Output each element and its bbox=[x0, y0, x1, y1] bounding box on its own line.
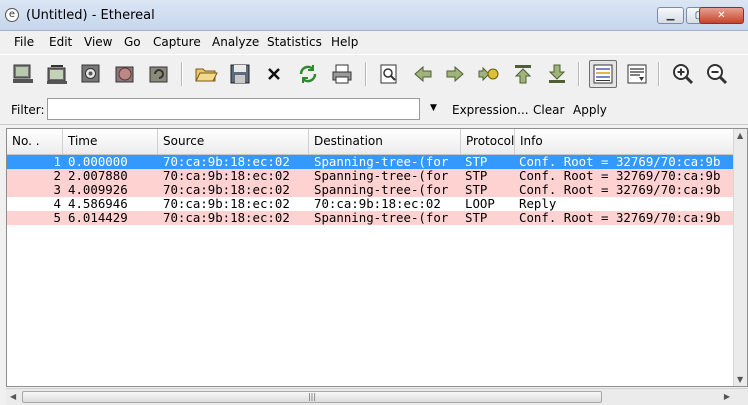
packet-list-pane[interactable]: No. . Time Source Destination Protocol I… bbox=[6, 128, 748, 387]
menu-edit[interactable]: Edit bbox=[49, 35, 72, 49]
filter-history-dropdown-icon[interactable]: ▼ bbox=[430, 103, 437, 113]
colorize-icon[interactable] bbox=[589, 60, 617, 88]
horizontal-scrollbar[interactable]: ◀ ||| ▶ bbox=[6, 388, 748, 405]
reload-icon[interactable] bbox=[294, 60, 322, 88]
scrollbar-thumb[interactable]: ||| bbox=[22, 391, 602, 403]
cell-source: 70:ca:9b:18:ec:02 bbox=[163, 211, 290, 225]
scroll-left-icon[interactable]: ◀ bbox=[10, 392, 16, 401]
close-file-icon[interactable] bbox=[260, 60, 288, 88]
cell-destination: Spanning-tree-(for bbox=[314, 211, 449, 225]
menu-analyze[interactable]: Analyze bbox=[212, 35, 259, 49]
column-header-no[interactable]: No. . bbox=[7, 129, 63, 154]
auto-scroll-icon[interactable] bbox=[623, 60, 651, 88]
main-toolbar bbox=[0, 54, 748, 96]
packet-row[interactable]: 3 4.009926 70:ca:9b:18:ec:02 Spanning-tree-… bbox=[7, 183, 743, 197]
minimize-button[interactable]: ▁ bbox=[657, 7, 684, 24]
toolbar-separator bbox=[181, 62, 183, 86]
packet-list-header: No. . Time Source Destination Protocol I… bbox=[7, 129, 743, 155]
print-icon[interactable] bbox=[328, 60, 356, 88]
window-title: (Untitled) - Ethereal bbox=[26, 8, 155, 23]
cell-protocol: STP bbox=[465, 211, 488, 225]
cell-protocol: STP bbox=[465, 155, 488, 169]
cell-time: 4.586946 bbox=[68, 197, 128, 211]
cell-time: 2.007880 bbox=[68, 169, 128, 183]
cell-source: 70:ca:9b:18:ec:02 bbox=[163, 169, 290, 183]
cell-source: 70:ca:9b:18:ec:02 bbox=[163, 197, 290, 211]
cell-info: Conf. Root = 32769/70:ca:9b bbox=[519, 169, 721, 183]
column-header-time[interactable]: Time bbox=[63, 129, 158, 154]
capture-options-icon[interactable] bbox=[43, 60, 71, 88]
filter-toolbar: Filter: ▼ Expression... Clear Apply bbox=[0, 95, 748, 125]
save-file-icon[interactable] bbox=[226, 60, 254, 88]
cell-time: 6.014429 bbox=[68, 211, 128, 225]
cell-time: 0.000000 bbox=[68, 155, 128, 169]
cell-no: 2 bbox=[53, 169, 61, 183]
cell-no: 4 bbox=[53, 197, 61, 211]
vertical-scrollbar[interactable]: ▲ ▼ bbox=[733, 129, 747, 386]
cell-info: Reply bbox=[519, 197, 557, 211]
menu-view[interactable]: View bbox=[84, 35, 112, 49]
menu-bar: File Edit View Go Capture Analyze Statis… bbox=[0, 31, 748, 53]
menu-capture[interactable]: Capture bbox=[153, 35, 201, 49]
toolbar-separator bbox=[365, 62, 367, 86]
ethereal-app-icon: e bbox=[5, 8, 19, 22]
menu-help[interactable]: Help bbox=[331, 35, 358, 49]
menu-file[interactable]: File bbox=[14, 35, 34, 49]
packet-row[interactable]: 5 6.014429 70:ca:9b:18:ec:02 Spanning-tree-… bbox=[7, 211, 743, 225]
menu-go[interactable]: Go bbox=[124, 35, 141, 49]
cell-info: Conf. Root = 32769/70:ca:9b bbox=[519, 211, 721, 225]
cell-destination: Spanning-tree-(for bbox=[314, 183, 449, 197]
scroll-down-icon[interactable]: ▼ bbox=[737, 375, 743, 384]
menu-statistics[interactable]: Statistics bbox=[267, 35, 322, 49]
cell-info: Conf. Root = 32769/70:ca:9b bbox=[519, 183, 721, 197]
capture-stop-icon[interactable] bbox=[111, 60, 139, 88]
cell-protocol: STP bbox=[465, 169, 488, 183]
column-header-protocol[interactable]: Protocol bbox=[461, 129, 515, 154]
filter-label: Filter: bbox=[11, 103, 45, 117]
column-header-info[interactable]: Info bbox=[515, 129, 743, 154]
go-back-icon[interactable] bbox=[409, 60, 437, 88]
cell-no: 5 bbox=[53, 211, 61, 225]
find-packet-icon[interactable] bbox=[375, 60, 403, 88]
cell-source: 70:ca:9b:18:ec:02 bbox=[163, 155, 290, 169]
cell-source: 70:ca:9b:18:ec:02 bbox=[163, 183, 290, 197]
go-first-icon[interactable] bbox=[509, 60, 537, 88]
scroll-up-icon[interactable]: ▲ bbox=[737, 131, 743, 140]
cell-destination: 70:ca:9b:18:ec:02 bbox=[314, 197, 441, 211]
open-file-icon[interactable] bbox=[192, 60, 220, 88]
capture-start-icon[interactable] bbox=[77, 60, 105, 88]
cell-destination: Spanning-tree-(for bbox=[314, 155, 449, 169]
go-forward-icon[interactable] bbox=[441, 60, 469, 88]
capture-restart-icon[interactable] bbox=[145, 60, 173, 88]
go-last-icon[interactable] bbox=[543, 60, 571, 88]
cell-info: Conf. Root = 32769/70:ca:9b bbox=[519, 155, 721, 169]
cell-no: 1 bbox=[53, 155, 61, 169]
zoom-in-icon[interactable] bbox=[669, 60, 697, 88]
interfaces-icon[interactable] bbox=[9, 60, 37, 88]
packet-row[interactable]: 2 2.007880 70:ca:9b:18:ec:02 Spanning-tree-… bbox=[7, 169, 743, 183]
column-header-destination[interactable]: Destination bbox=[309, 129, 461, 154]
packet-row[interactable]: 4 4.586946 70:ca:9b:18:ec:02 70:ca:9b:18:ec… bbox=[7, 197, 743, 211]
scroll-right-icon[interactable]: ▶ bbox=[724, 392, 730, 401]
cell-protocol: STP bbox=[465, 183, 488, 197]
title-bar: e (Untitled) - Ethereal ▁ ▢ ✕ bbox=[0, 0, 748, 31]
expression-button[interactable]: Expression... bbox=[452, 103, 529, 117]
filter-input[interactable] bbox=[47, 98, 420, 120]
cell-no: 3 bbox=[53, 183, 61, 197]
go-to-packet-icon[interactable] bbox=[475, 60, 503, 88]
toolbar-separator bbox=[658, 62, 660, 86]
toolbar-separator bbox=[578, 62, 580, 86]
close-window-button[interactable]: ✕ bbox=[699, 7, 744, 24]
column-header-source[interactable]: Source bbox=[158, 129, 309, 154]
apply-button[interactable]: Apply bbox=[573, 103, 607, 117]
cell-time: 4.009926 bbox=[68, 183, 128, 197]
cell-destination: Spanning-tree-(for bbox=[314, 169, 449, 183]
zoom-out-icon[interactable] bbox=[703, 60, 731, 88]
packet-row[interactable]: 1 0.000000 70:ca:9b:18:ec:02 Spanning-tree-… bbox=[7, 155, 743, 169]
cell-protocol: LOOP bbox=[465, 197, 495, 211]
clear-button[interactable]: Clear bbox=[533, 103, 564, 117]
